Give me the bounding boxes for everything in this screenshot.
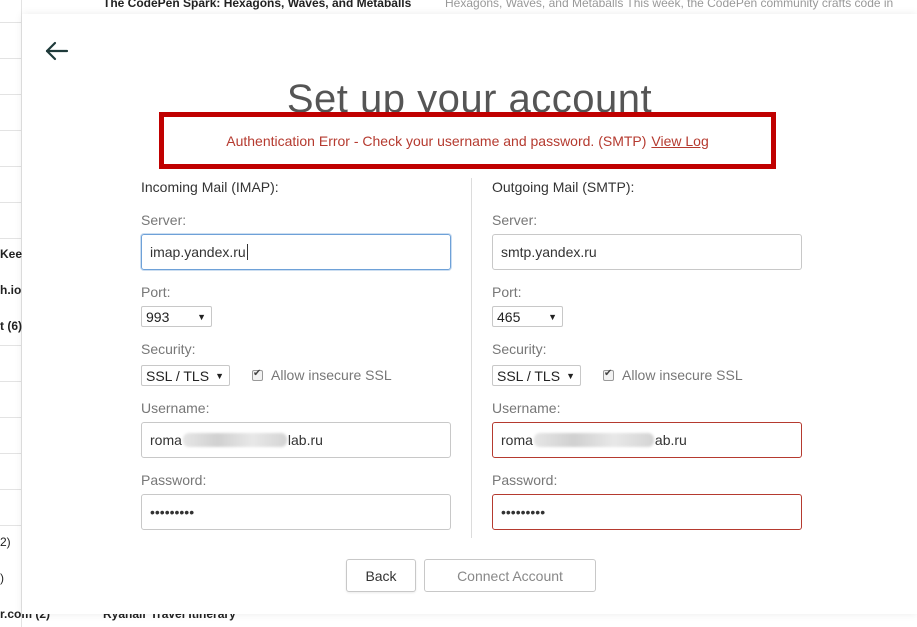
- smtp-password-input[interactable]: •••••••••: [492, 494, 802, 530]
- server-label: Server:: [141, 212, 187, 228]
- imap-password-input[interactable]: •••••••••: [141, 494, 451, 530]
- username-label: Username:: [141, 400, 210, 416]
- error-message: Authentication Error - Check your userna…: [226, 132, 647, 149]
- sender-fragment[interactable]: 2): [0, 535, 22, 549]
- redacted-text: [182, 433, 287, 447]
- column-divider: [471, 178, 472, 538]
- sender-fragment[interactable]: Keep: [0, 247, 22, 261]
- row-divider: [0, 58, 22, 59]
- row-divider: [0, 166, 22, 167]
- server-label: Server:: [492, 212, 538, 228]
- outgoing-heading: Outgoing Mail (SMTP):: [492, 179, 635, 195]
- dropdown-arrow-icon: ▼: [566, 371, 575, 381]
- imap-server-input[interactable]: imap.yandex.ru: [141, 234, 451, 270]
- smtp-server-value: smtp.yandex.ru: [501, 244, 597, 260]
- incoming-mail-section: Incoming Mail (IMAP): Server: imap.yande…: [141, 179, 451, 530]
- dropdown-arrow-icon: ▼: [548, 312, 557, 322]
- username-prefix: roma: [150, 432, 182, 448]
- row-divider: [0, 238, 22, 239]
- allow-insecure-label: Allow insecure SSL: [622, 367, 743, 383]
- imap-port-select[interactable]: 993 ▼: [141, 306, 212, 327]
- row-divider: [0, 453, 22, 454]
- row-divider: [0, 489, 22, 490]
- row-divider: [0, 525, 22, 526]
- row-divider: [0, 22, 22, 23]
- sender-fragment[interactable]: h.io: [0, 283, 22, 297]
- security-label: Security:: [492, 341, 547, 357]
- row-divider: [0, 345, 22, 346]
- password-mask: •••••••••: [501, 504, 546, 520]
- dropdown-arrow-icon: ▼: [197, 312, 206, 322]
- view-log-link[interactable]: View Log: [651, 133, 708, 149]
- smtp-port-value: 465: [497, 308, 521, 325]
- username-prefix: roma: [501, 432, 533, 448]
- row-divider: [0, 381, 22, 382]
- password-mask: •••••••••: [150, 504, 195, 520]
- back-button[interactable]: Back: [346, 559, 416, 592]
- imap-security-value: SSL / TLS: [146, 367, 210, 384]
- row-divider: [0, 94, 22, 95]
- smtp-username-input[interactable]: roma ab.ru: [492, 422, 802, 458]
- checkbox-checked-icon[interactable]: [603, 368, 614, 381]
- email-subject[interactable]: The CodePen Spark: Hexagons, Waves, and …: [103, 0, 411, 10]
- imap-allow-insecure-ssl[interactable]: Allow insecure SSL: [252, 367, 392, 383]
- password-label: Password:: [141, 472, 207, 488]
- email-preview: Hexagons, Waves, and Metaballs This week…: [445, 0, 894, 10]
- password-label: Password:: [492, 472, 558, 488]
- imap-username-input[interactable]: roma lab.ru: [141, 422, 451, 458]
- smtp-server-input[interactable]: smtp.yandex.ru: [492, 234, 802, 270]
- port-label: Port:: [492, 284, 522, 300]
- smtp-security-select[interactable]: SSL / TLS ▼: [492, 365, 581, 386]
- connect-account-button[interactable]: Connect Account: [424, 559, 596, 592]
- sender-fragment[interactable]: ): [0, 571, 22, 585]
- imap-security-select[interactable]: SSL / TLS ▼: [141, 365, 230, 386]
- username-label: Username:: [492, 400, 561, 416]
- allow-insecure-label: Allow insecure SSL: [271, 367, 392, 383]
- row-divider: [0, 417, 22, 418]
- username-suffix: ab.ru: [654, 432, 687, 448]
- back-arrow-icon[interactable]: [42, 36, 72, 66]
- text-caret: [246, 244, 248, 260]
- checkbox-checked-icon[interactable]: [252, 368, 263, 381]
- dropdown-arrow-icon: ▼: [215, 371, 224, 381]
- security-label: Security:: [141, 341, 196, 357]
- error-banner: Authentication Error - Check your userna…: [159, 112, 776, 169]
- username-suffix: lab.ru: [287, 432, 323, 448]
- incoming-heading: Incoming Mail (IMAP):: [141, 179, 279, 195]
- account-setup-modal: Set up your account Authentication Error…: [22, 14, 917, 614]
- smtp-port-select[interactable]: 465 ▼: [492, 306, 563, 327]
- sender-fragment[interactable]: t (6): [0, 319, 22, 333]
- port-label: Port:: [141, 284, 171, 300]
- imap-port-value: 993: [146, 308, 170, 325]
- row-divider: [0, 202, 22, 203]
- row-divider: [0, 130, 22, 131]
- smtp-allow-insecure-ssl[interactable]: Allow insecure SSL: [603, 367, 743, 383]
- redacted-text: [533, 433, 654, 447]
- smtp-security-value: SSL / TLS: [497, 367, 561, 384]
- imap-server-value: imap.yandex.ru: [150, 244, 246, 260]
- outgoing-mail-section: Outgoing Mail (SMTP): Server: smtp.yande…: [492, 179, 802, 530]
